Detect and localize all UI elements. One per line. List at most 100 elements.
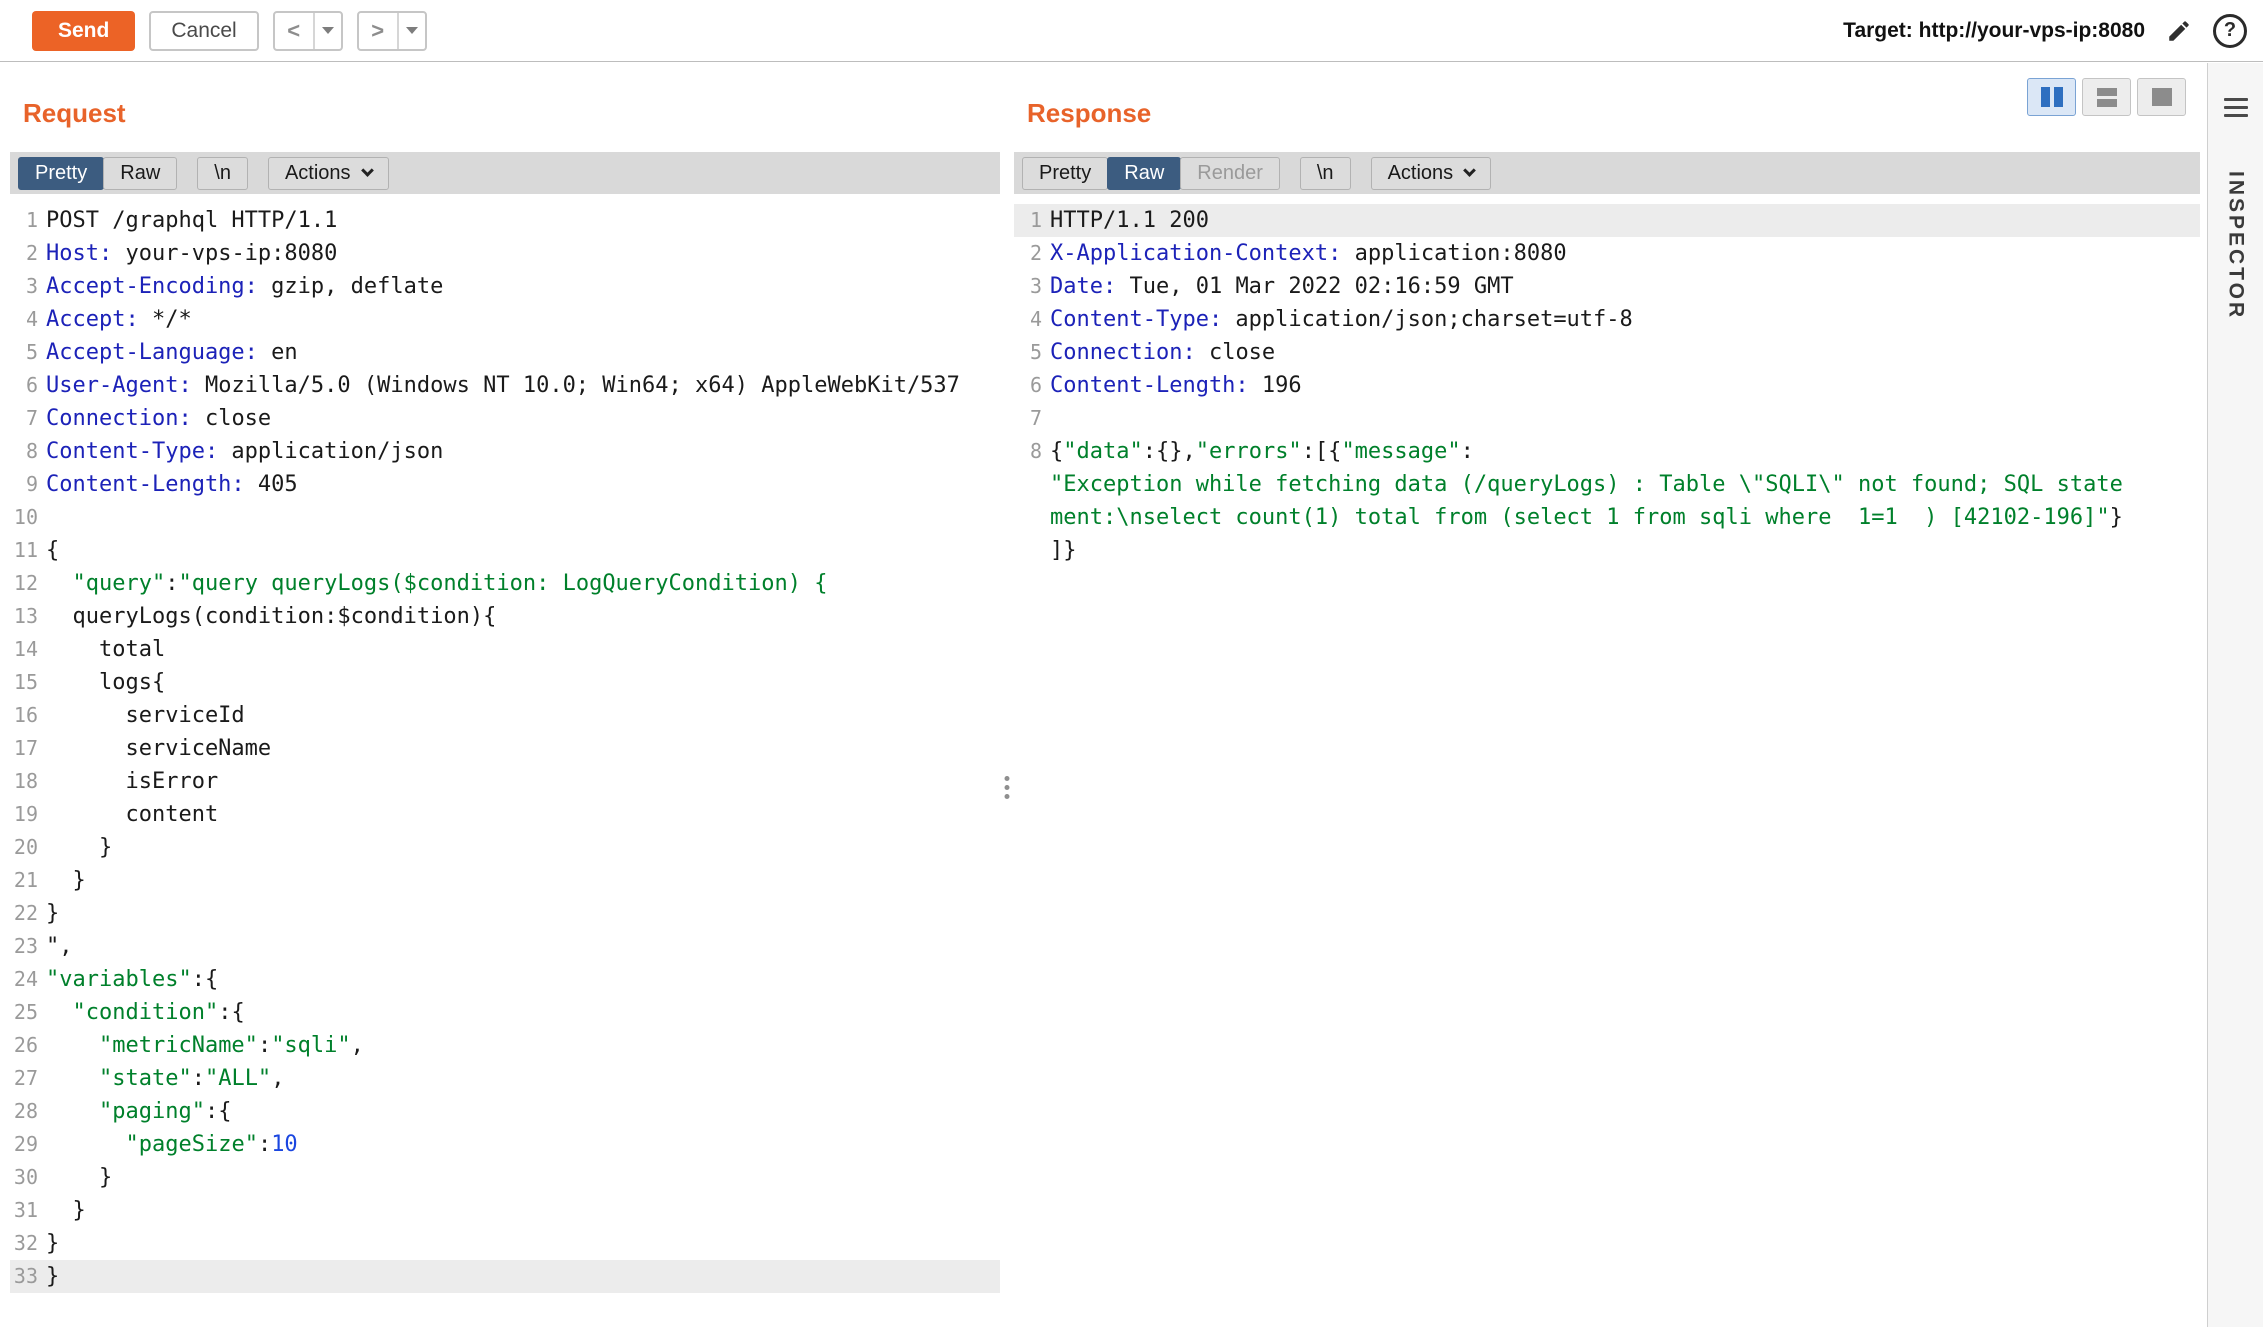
line-number: 14 bbox=[10, 633, 46, 666]
layout-toggle-group bbox=[2027, 78, 2186, 116]
actions-button[interactable]: Actions bbox=[268, 157, 389, 190]
code-line[interactable]: 8Content-Type: application/json bbox=[10, 435, 1000, 468]
tab-newline-toggle[interactable]: \n bbox=[1300, 157, 1351, 190]
code-text: "query":"query queryLogs($condition: Log… bbox=[46, 567, 1000, 600]
code-line[interactable]: 4Accept: */* bbox=[10, 303, 1000, 336]
actions-button[interactable]: Actions bbox=[1371, 157, 1492, 190]
history-back-button[interactable]: < bbox=[275, 13, 315, 49]
code-line[interactable]: 9Content-Length: 405 bbox=[10, 468, 1000, 501]
line-number: 30 bbox=[10, 1161, 46, 1194]
code-line[interactable]: 32} bbox=[10, 1227, 1000, 1260]
line-number: 2 bbox=[1014, 237, 1050, 270]
inspector-label[interactable]: INSPECTOR bbox=[2224, 171, 2248, 320]
request-editor[interactable]: 1POST /graphql HTTP/1.12Host: your-vps-i… bbox=[10, 194, 1000, 1327]
panel-splitter[interactable] bbox=[1000, 72, 1014, 1327]
code-line[interactable]: 24"variables":{ bbox=[10, 963, 1000, 996]
history-forward-dropdown[interactable] bbox=[399, 13, 425, 49]
code-text: } bbox=[46, 1260, 1000, 1293]
code-line[interactable]: 33} bbox=[10, 1260, 1000, 1293]
history-back-dropdown[interactable] bbox=[315, 13, 341, 49]
code-line[interactable]: 7Connection: close bbox=[10, 402, 1000, 435]
code-text: } bbox=[46, 864, 1000, 897]
response-editor[interactable]: 1HTTP/1.1 2002X-Application-Context: app… bbox=[1014, 194, 2200, 1327]
line-number: 25 bbox=[10, 996, 46, 1029]
code-line[interactable]: 5Connection: close bbox=[1014, 336, 2200, 369]
layout-rows-button[interactable] bbox=[2082, 78, 2131, 116]
code-line[interactable]: ment:\nselect count(1) total from (selec… bbox=[1014, 501, 2200, 534]
code-line[interactable]: 31 } bbox=[10, 1194, 1000, 1227]
code-text: "variables":{ bbox=[46, 963, 1000, 996]
code-line[interactable]: 27 "state":"ALL", bbox=[10, 1062, 1000, 1095]
request-panel-title: Request bbox=[23, 98, 126, 129]
code-text: Accept-Encoding: gzip, deflate bbox=[46, 270, 1000, 303]
code-text: Content-Length: 196 bbox=[1050, 369, 2200, 402]
code-line[interactable]: 7 bbox=[1014, 402, 2200, 435]
layout-columns-button[interactable] bbox=[2027, 78, 2076, 116]
code-text: HTTP/1.1 200 bbox=[1050, 204, 2200, 237]
code-line[interactable]: 10 bbox=[10, 501, 1000, 534]
tab-newline-toggle[interactable]: \n bbox=[197, 157, 248, 190]
code-line[interactable]: 2X-Application-Context: application:8080 bbox=[1014, 237, 2200, 270]
code-line[interactable]: 22} bbox=[10, 897, 1000, 930]
history-back-split-button: < bbox=[273, 11, 343, 51]
code-line[interactable]: 21 } bbox=[10, 864, 1000, 897]
code-line[interactable]: 12 "query":"query queryLogs($condition: … bbox=[10, 567, 1000, 600]
edit-target-button[interactable] bbox=[2163, 15, 2195, 47]
line-number: 8 bbox=[10, 435, 46, 468]
code-line[interactable]: 18 isError bbox=[10, 765, 1000, 798]
code-line[interactable]: 3Accept-Encoding: gzip, deflate bbox=[10, 270, 1000, 303]
cancel-button[interactable]: Cancel bbox=[149, 11, 258, 51]
code-line[interactable]: 16 serviceId bbox=[10, 699, 1000, 732]
line-number: 4 bbox=[1014, 303, 1050, 336]
code-line[interactable]: 30 } bbox=[10, 1161, 1000, 1194]
code-line[interactable]: 8{"data":{},"errors":[{"message": bbox=[1014, 435, 2200, 468]
code-text: serviceId bbox=[46, 699, 1000, 732]
code-text: "paging":{ bbox=[46, 1095, 1000, 1128]
code-line[interactable]: 19 content bbox=[10, 798, 1000, 831]
code-line[interactable]: 23", bbox=[10, 930, 1000, 963]
tab-pretty[interactable]: Pretty bbox=[18, 157, 104, 190]
code-line[interactable]: 14 total bbox=[10, 633, 1000, 666]
code-line[interactable]: 1POST /graphql HTTP/1.1 bbox=[10, 204, 1000, 237]
code-text: serviceName bbox=[46, 732, 1000, 765]
code-line[interactable]: 26 "metricName":"sqli", bbox=[10, 1029, 1000, 1062]
code-line[interactable]: 4Content-Type: application/json;charset=… bbox=[1014, 303, 2200, 336]
code-line[interactable]: 6User-Agent: Mozilla/5.0 (Windows NT 10.… bbox=[10, 369, 1000, 402]
line-number: 29 bbox=[10, 1128, 46, 1161]
send-button[interactable]: Send bbox=[32, 11, 135, 51]
line-number: 10 bbox=[10, 501, 46, 534]
response-panel-title: Response bbox=[1027, 98, 1151, 129]
code-line[interactable]: 3Date: Tue, 01 Mar 2022 02:16:59 GMT bbox=[1014, 270, 2200, 303]
code-line[interactable]: 5Accept-Language: en bbox=[10, 336, 1000, 369]
code-line[interactable]: 29 "pageSize":10 bbox=[10, 1128, 1000, 1161]
code-line[interactable]: 1HTTP/1.1 200 bbox=[1014, 204, 2200, 237]
line-number: 3 bbox=[10, 270, 46, 303]
code-line[interactable]: 20 } bbox=[10, 831, 1000, 864]
line-number: 6 bbox=[10, 369, 46, 402]
code-line[interactable]: 17 serviceName bbox=[10, 732, 1000, 765]
line-number: 28 bbox=[10, 1095, 46, 1128]
tab-render[interactable]: Render bbox=[1180, 157, 1280, 190]
request-tabstrip: Pretty Raw \n Actions bbox=[10, 152, 1000, 194]
tab-raw[interactable]: Raw bbox=[1107, 157, 1181, 190]
code-line[interactable]: 6Content-Length: 196 bbox=[1014, 369, 2200, 402]
inspector-sidebar[interactable]: INSPECTOR bbox=[2207, 63, 2263, 1327]
code-line[interactable]: "Exception while fetching data (/queryLo… bbox=[1014, 468, 2200, 501]
code-line[interactable]: 28 "paging":{ bbox=[10, 1095, 1000, 1128]
code-text: ]} bbox=[1050, 534, 2200, 567]
code-line[interactable]: 11{ bbox=[10, 534, 1000, 567]
code-line[interactable]: 15 logs{ bbox=[10, 666, 1000, 699]
code-line[interactable]: 13 queryLogs(condition:$condition){ bbox=[10, 600, 1000, 633]
history-forward-button[interactable]: > bbox=[359, 13, 399, 49]
code-line[interactable]: 25 "condition":{ bbox=[10, 996, 1000, 1029]
tab-raw[interactable]: Raw bbox=[103, 157, 177, 190]
help-button[interactable]: ? bbox=[2213, 14, 2247, 48]
code-text: logs{ bbox=[46, 666, 1000, 699]
code-text: isError bbox=[46, 765, 1000, 798]
layout-single-button[interactable] bbox=[2137, 78, 2186, 116]
hamburger-icon[interactable] bbox=[2224, 93, 2248, 122]
code-line[interactable]: ]} bbox=[1014, 534, 2200, 567]
tab-pretty[interactable]: Pretty bbox=[1022, 157, 1108, 190]
line-number: 20 bbox=[10, 831, 46, 864]
code-line[interactable]: 2Host: your-vps-ip:8080 bbox=[10, 237, 1000, 270]
